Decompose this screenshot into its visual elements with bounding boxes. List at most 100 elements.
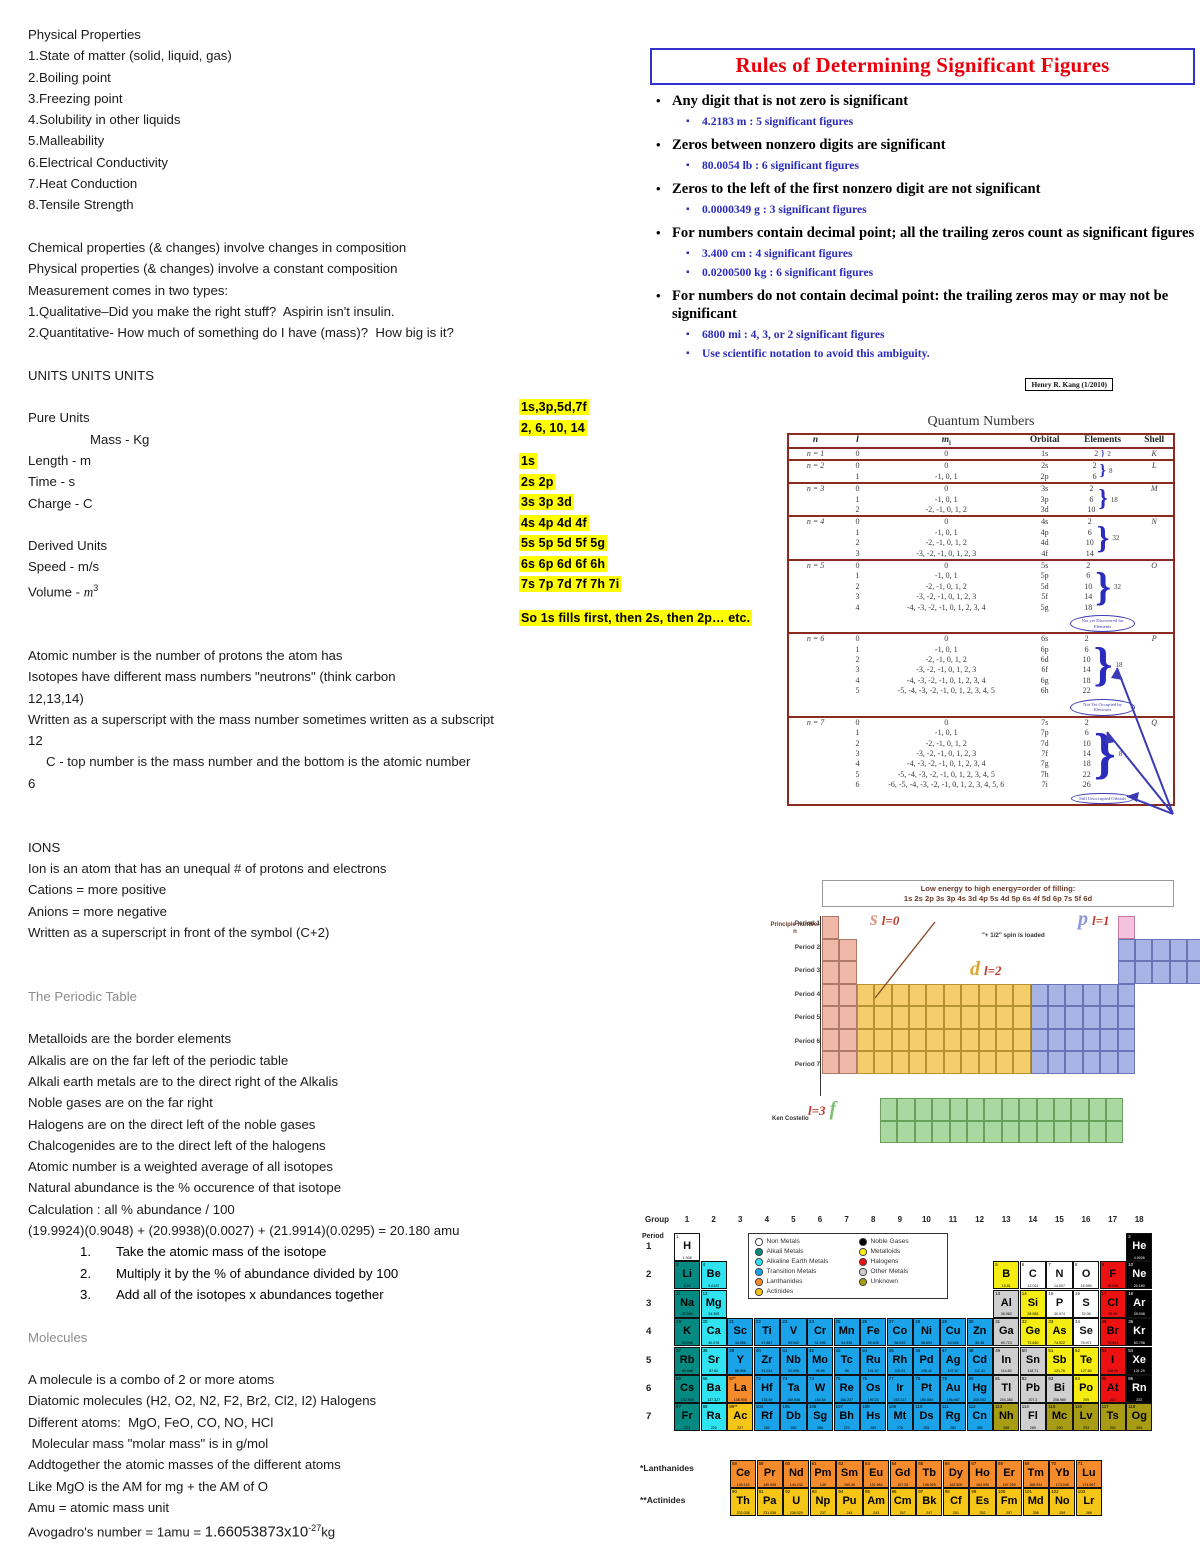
element-cell[interactable]: 23 V 50.942 xyxy=(780,1318,807,1347)
element-cell[interactable]: 79 Au 196.967 xyxy=(940,1375,967,1403)
element-cell[interactable]: 115 Mc 290 xyxy=(1046,1403,1073,1432)
element-cell[interactable]: 54 Xe 131.29 xyxy=(1126,1346,1153,1375)
element-cell[interactable]: 26 Fe 55.845 xyxy=(860,1318,887,1347)
element-cell[interactable]: 78 Pt 195.084 xyxy=(913,1375,940,1403)
element-cell[interactable]: 24 Cr 51.996 xyxy=(807,1318,834,1347)
element-cell[interactable]: 67 Ho 164.930 xyxy=(969,1460,996,1488)
element-cell[interactable]: 56 Ba 137.327 xyxy=(700,1375,727,1403)
element-cell[interactable]: 19 K 39.098 xyxy=(674,1318,701,1347)
element-cell[interactable]: 77 Ir 192.217 xyxy=(886,1375,913,1403)
element-cell[interactable]: 109 Mt 278 xyxy=(886,1403,913,1432)
element-cell[interactable]: 40 Zr 91.224 xyxy=(753,1346,780,1375)
element-cell[interactable]: 53 I 126.90 xyxy=(1099,1346,1126,1375)
element-cell[interactable]: 63 Eu 151.964 xyxy=(863,1460,890,1488)
element-cell[interactable]: 62 Sm 150.36 xyxy=(836,1460,863,1488)
element-cell[interactable]: 42 Mo 95.95 xyxy=(807,1346,834,1375)
element-cell[interactable]: 86 Rn 222 xyxy=(1126,1375,1153,1403)
element-cell[interactable]: 93 Np 237 xyxy=(809,1488,836,1516)
element-cell[interactable]: 49 In 114.82 xyxy=(993,1346,1020,1375)
element-cell[interactable]: 91 Pa 231.036 xyxy=(756,1488,783,1516)
element-cell[interactable]: 41 Nb 92.906 xyxy=(780,1346,807,1375)
element-cell[interactable]: 59 Pr 140.908 xyxy=(756,1460,783,1488)
element-cell[interactable]: 97 Bk 247 xyxy=(916,1488,943,1516)
element-cell[interactable]: 10 Ne 20.180 xyxy=(1126,1261,1153,1290)
element-cell[interactable]: 114 Fl 289 xyxy=(1019,1403,1046,1432)
element-cell[interactable]: 16 S 32.06 xyxy=(1073,1289,1100,1318)
element-cell[interactable]: 32 Ge 72.630 xyxy=(1019,1318,1046,1347)
element-cell[interactable]: 72 Hf 178.49 xyxy=(753,1375,780,1403)
element-cell[interactable]: 25 Mn 54.938 xyxy=(833,1318,860,1347)
element-cell[interactable]: 20 Ca 40.078 xyxy=(700,1318,727,1347)
element-cell[interactable]: 37 Rb 85.468 xyxy=(674,1346,701,1375)
element-cell[interactable]: 75 Re 186.207 xyxy=(833,1375,860,1403)
element-cell[interactable]: 61 Pm 145 xyxy=(809,1460,836,1488)
element-cell[interactable]: 71 Lu 174.967 xyxy=(1075,1460,1102,1488)
element-cell[interactable]: 111 Rg 282 xyxy=(940,1403,967,1432)
element-cell[interactable]: 15 P 30.974 xyxy=(1046,1289,1073,1318)
element-cell[interactable]: 8 O 15.999 xyxy=(1073,1261,1100,1290)
element-cell[interactable]: 76 Os 190.23 xyxy=(860,1375,887,1403)
element-cell[interactable]: 87 Fr 223 xyxy=(674,1403,701,1432)
element-cell[interactable]: 70 Yb 173.045 xyxy=(1049,1460,1076,1488)
element-cell[interactable]: 74 W 183.84 xyxy=(807,1375,834,1403)
element-cell[interactable]: 65 Tb 158.925 xyxy=(916,1460,943,1488)
element-cell[interactable]: 95 Am 243 xyxy=(863,1488,890,1516)
element-cell[interactable]: 113 Nh 286 xyxy=(993,1403,1020,1432)
element-cell[interactable]: 27 Co 58.933 xyxy=(886,1318,913,1347)
element-cell[interactable]: 68 Er 167.259 xyxy=(996,1460,1023,1488)
element-cell[interactable]: 9 F 18.998 xyxy=(1099,1261,1126,1290)
element-cell[interactable]: 107 Bh 270 xyxy=(833,1403,860,1432)
element-cell[interactable]: 34 Se 78.971 xyxy=(1073,1318,1100,1347)
element-cell[interactable]: 89** Ac 227 xyxy=(727,1403,754,1432)
element-cell[interactable]: 29 Cu 63.546 xyxy=(940,1318,967,1347)
element-cell[interactable]: 100 Fm 257 xyxy=(996,1488,1023,1516)
element-cell[interactable]: 1 H 1.008 xyxy=(674,1233,701,1261)
element-cell[interactable]: 18 Ar 39.948 xyxy=(1126,1289,1153,1318)
element-cell[interactable]: 28 Ni 58.693 xyxy=(913,1318,940,1347)
element-cell[interactable]: 4 Be 9.0122 xyxy=(700,1261,727,1290)
element-cell[interactable]: 31 Ga 69.723 xyxy=(993,1318,1020,1347)
element-cell[interactable]: 112 Cn 285 xyxy=(966,1403,993,1432)
element-cell[interactable]: 88 Ra 226 xyxy=(700,1403,727,1432)
element-cell[interactable]: 43 Tc 98 xyxy=(833,1346,860,1375)
element-cell[interactable]: 118 Og 294 xyxy=(1126,1403,1153,1432)
element-cell[interactable]: 36 Kr 83.798 xyxy=(1126,1318,1153,1347)
element-cell[interactable]: 35 Br 79.904 xyxy=(1099,1318,1126,1347)
element-cell[interactable]: 96 Cm 247 xyxy=(889,1488,916,1516)
element-cell[interactable]: 60 Nd 144.242 xyxy=(783,1460,810,1488)
element-cell[interactable]: 52 Te 127.60 xyxy=(1073,1346,1100,1375)
element-cell[interactable]: 33 As 74.922 xyxy=(1046,1318,1073,1347)
element-cell[interactable]: 66 Dy 162.500 xyxy=(942,1460,969,1488)
element-cell[interactable]: 48 Cd 112.41 xyxy=(966,1346,993,1375)
element-cell[interactable]: 84 Po 209 xyxy=(1073,1375,1100,1403)
element-cell[interactable]: 17 Cl 35.45 xyxy=(1099,1289,1126,1318)
element-cell[interactable]: 39 Y 88.906 xyxy=(727,1346,754,1375)
element-cell[interactable]: 44 Ru 101.07 xyxy=(860,1346,887,1375)
element-cell[interactable]: 106 Sg 266 xyxy=(807,1403,834,1432)
element-cell[interactable]: 12 Mg 24.305 xyxy=(700,1289,727,1318)
element-cell[interactable]: 58 Ce 140.116 xyxy=(730,1460,757,1488)
element-cell[interactable]: 104 Rf 261 xyxy=(753,1403,780,1432)
element-cell[interactable]: 98 Cf 251 xyxy=(942,1488,969,1516)
element-cell[interactable]: 80 Hg 200.592 xyxy=(966,1375,993,1403)
element-cell[interactable]: 14 Si 28.085 xyxy=(1019,1289,1046,1318)
element-cell[interactable]: 85 At 210 xyxy=(1099,1375,1126,1403)
element-cell[interactable]: 94 Pu 244 xyxy=(836,1488,863,1516)
element-cell[interactable]: 110 Ds 281 xyxy=(913,1403,940,1432)
element-cell[interactable]: 50 Sn 118.71 xyxy=(1019,1346,1046,1375)
element-cell[interactable]: 38 Sr 87.62 xyxy=(700,1346,727,1375)
element-cell[interactable]: 92 U 238.029 xyxy=(783,1488,810,1516)
element-cell[interactable]: 11 Na 22.990 xyxy=(674,1289,701,1318)
element-cell[interactable]: 82 Pb 207.2 xyxy=(1019,1375,1046,1403)
element-cell[interactable]: 7 N 14.007 xyxy=(1046,1261,1073,1290)
element-cell[interactable]: 2 He 4.0026 xyxy=(1126,1233,1153,1261)
element-cell[interactable]: 30 Zn 65.38 xyxy=(966,1318,993,1347)
element-cell[interactable]: 46 Pd 106.42 xyxy=(913,1346,940,1375)
element-cell[interactable]: 22 Ti 47.867 xyxy=(753,1318,780,1347)
element-cell[interactable]: 64 Gd 157.25 xyxy=(889,1460,916,1488)
element-cell[interactable]: 101 Md 258 xyxy=(1022,1488,1049,1516)
element-cell[interactable]: 47 Ag 107.87 xyxy=(940,1346,967,1375)
element-cell[interactable]: 90 Th 232.038 xyxy=(730,1488,757,1516)
element-cell[interactable]: 81 Tl 204.383 xyxy=(993,1375,1020,1403)
element-cell[interactable]: 83 Bi 208.980 xyxy=(1046,1375,1073,1403)
